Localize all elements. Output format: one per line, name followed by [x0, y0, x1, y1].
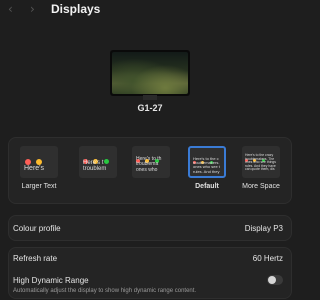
refresh-rate-value[interactable]: 60 Hertz [253, 254, 283, 263]
page-title: Displays [51, 2, 101, 16]
scale-option-default[interactable]: Here's to the c troublemakers. ones who … [183, 146, 231, 190]
display-preview[interactable] [110, 50, 190, 100]
display-name: G1-27 [137, 103, 163, 113]
resolution-scaling-panel: Here's Larger Text Here's t troublem Her… [8, 137, 292, 204]
back-icon[interactable]: ‹ [8, 3, 13, 15]
monitor-screen [110, 50, 190, 96]
hdr-label: High Dynamic Range [13, 276, 89, 285]
scale-thumbnail: Here's to the crazy troublemakers. The o… [242, 146, 280, 178]
scale-thumbnail: Here's to th troublema ones who [132, 146, 170, 178]
scale-label: Default [195, 183, 219, 190]
forward-icon[interactable]: › [30, 3, 35, 15]
scale-label: More Space [242, 183, 280, 190]
scale-option-2[interactable]: Here's t troublem [74, 146, 122, 178]
scale-thumbnail: Here's t troublem [79, 146, 117, 178]
refresh-hdr-panel: Refresh rate 60 Hertz High Dynamic Range… [8, 247, 292, 299]
colour-profile-row[interactable]: Colour profile Display P3 [8, 215, 292, 241]
scale-thumbnail: Here's [20, 146, 58, 178]
scale-option-more-space[interactable]: Here's to the crazy troublemakers. The o… [237, 146, 285, 190]
colour-profile-label: Colour profile [13, 224, 61, 233]
scale-label: Larger Text [21, 183, 57, 190]
hdr-description: Automatically adjust the display to show… [13, 288, 197, 294]
hdr-toggle[interactable] [267, 275, 283, 285]
colour-profile-value[interactable]: Display P3 [245, 224, 283, 233]
refresh-rate-label: Refresh rate [13, 254, 58, 263]
toolbar: ‹ › Displays [0, 0, 300, 22]
monitor-stand [143, 95, 157, 100]
toggle-knob [268, 276, 276, 284]
scale-option-larger-text[interactable]: Here's Larger Text [15, 146, 63, 190]
scale-thumbnail-selected: Here's to the c troublemakers. ones who … [188, 146, 226, 178]
scale-option-3[interactable]: Here's to th troublema ones who [127, 146, 175, 178]
wallpaper-image [112, 52, 188, 94]
